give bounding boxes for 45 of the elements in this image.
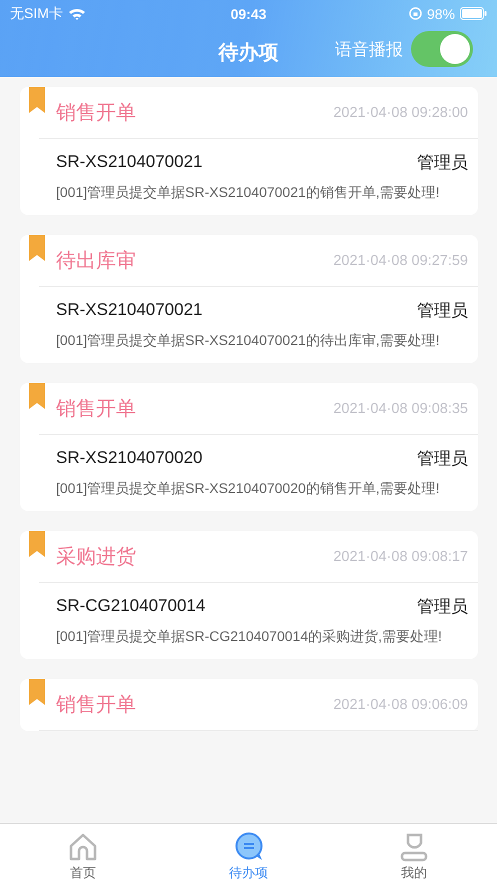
- battery-icon: [460, 7, 487, 20]
- document-number: SR-XS2104070020: [56, 448, 203, 468]
- task-message: [001]管理员提交单据SR-XS2104070021的待出库审,需要处理!: [56, 331, 441, 350]
- bookmark-icon: [29, 235, 45, 261]
- rotation-lock-icon: [408, 7, 422, 20]
- task-card[interactable]: 待出库审 2021·04·08 09:27:59 SR-XS2104070021 管理员 [001]管理员提交单据SR-XS2104070021的待出库审,需要处理!: [20, 235, 478, 363]
- home-icon: [68, 832, 98, 862]
- task-time: 2021·04·08 09:08:35: [333, 400, 468, 416]
- task-type: 销售开单: [56, 101, 136, 126]
- wifi-icon: [68, 7, 86, 20]
- submitter-name: 管理员: [417, 596, 468, 618]
- page-title: 待办项: [218, 40, 278, 66]
- submitter-name: 管理员: [417, 448, 468, 470]
- task-type: 采购进货: [56, 545, 136, 570]
- task-message: [001]管理员提交单据SR-XS2104070021的销售开单,需要处理!: [56, 183, 441, 202]
- submitter-name: 管理员: [417, 152, 468, 174]
- task-time: 2021·04·08 09:28:00: [333, 104, 468, 120]
- task-card[interactable]: 销售开单 2021·04·08 09:08:35 SR-XS2104070020 管理员 [001]管理员提交单据SR-XS2104070020的销售开单,需要处理!: [20, 383, 478, 511]
- user-icon: [399, 832, 430, 862]
- task-type: 待出库审: [56, 249, 136, 274]
- voice-toggle[interactable]: [411, 31, 473, 67]
- task-type: 销售开单: [56, 693, 136, 718]
- task-time: 2021·04·08 09:08:17: [333, 548, 468, 564]
- task-message: [001]管理员提交单据SR-CG2104070014的采购进货,需要处理!: [56, 627, 443, 646]
- document-number: SR-CG2104070014: [56, 596, 206, 616]
- document-number: SR-XS2104070021: [56, 152, 203, 172]
- battery-percent: 98%: [426, 6, 455, 22]
- tab-bar-item[interactable]: 首页: [0, 824, 166, 883]
- task-card[interactable]: 销售开单 2021·04·08 09:28:00 SR-XS2104070021 管理员 [001]管理员提交单据SR-XS2104070021的销售开单,需要处理!: [20, 87, 478, 215]
- task-card[interactable]: 采购进货 2021·04·08 09:08:17 SR-CG2104070014 管理员 [001]管理员提交单据SR-CG2104070014的采购进货,需要处理!: [20, 531, 478, 659]
- chat-bubble-icon: [234, 832, 264, 862]
- task-type: 销售开单: [56, 397, 136, 422]
- submitter-name: 管理员: [417, 300, 468, 322]
- task-time: 2021·04·08 09:06:09: [333, 696, 468, 712]
- task-time: 2021·04·08 09:27:59: [333, 252, 468, 268]
- clock-text: 09:43: [230, 6, 266, 22]
- voice-broadcast-label: 语音播报: [335, 38, 403, 60]
- tab-bar-item[interactable]: 我的: [331, 824, 497, 883]
- bookmark-icon: [29, 531, 45, 557]
- task-message: [001]管理员提交单据SR-XS2104070020的销售开单,需要处理!: [56, 479, 441, 498]
- carrier-text: 无SIM卡: [10, 4, 63, 22]
- document-number: SR-XS2104070021: [56, 300, 203, 320]
- bookmark-icon: [29, 679, 45, 705]
- bookmark-icon: [29, 383, 45, 409]
- bookmark-icon: [29, 87, 45, 113]
